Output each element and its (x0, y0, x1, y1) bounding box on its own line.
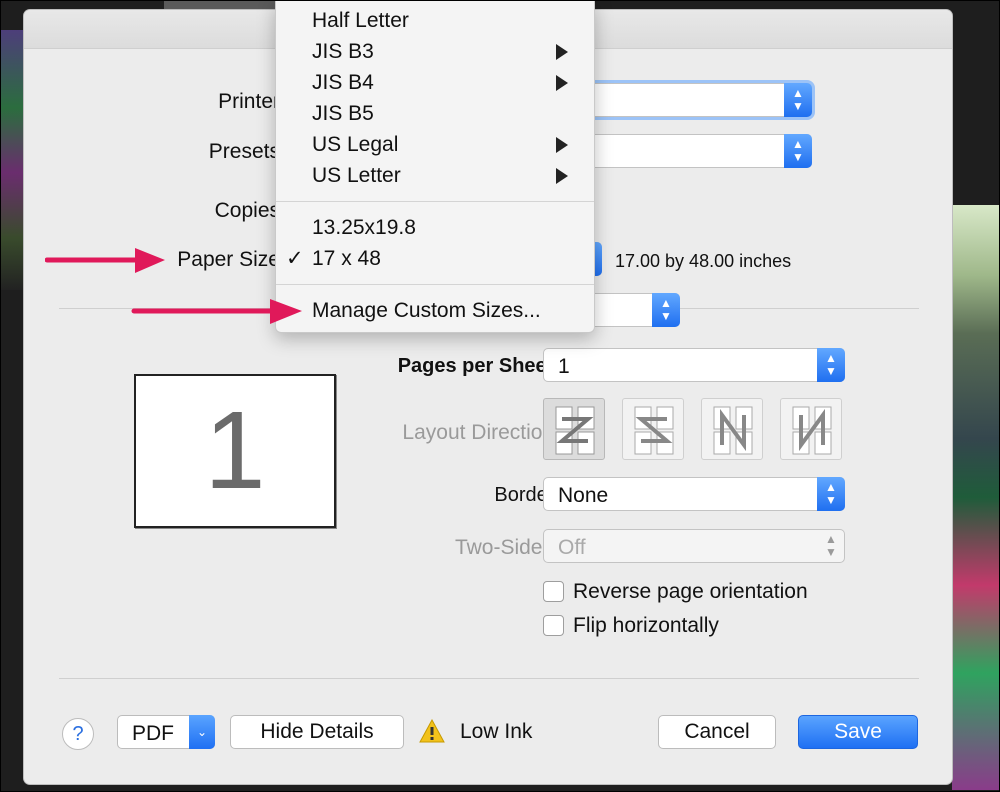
printer-label: Printer (218, 90, 280, 113)
layout-s-direction-button[interactable] (622, 398, 684, 460)
presets-select[interactable]: ▲ ▼ (584, 134, 812, 168)
layout-direction-label: Layout Direction: (402, 421, 560, 444)
annotation-arrow-icon (131, 299, 302, 324)
flip-horizontally-checkbox[interactable] (543, 615, 564, 636)
copies-label: Copies (214, 199, 280, 222)
pages-per-sheet-value: 1 (558, 355, 570, 378)
pages-per-sheet-label: Pages per Sheet: (397, 355, 560, 377)
layout-z-icon (555, 406, 595, 455)
menu-separator (276, 201, 594, 202)
stepper-icon: ▲ ▼ (825, 532, 837, 559)
background-artwork-right (952, 205, 1000, 790)
stepper-icon: ▲ ▼ (817, 477, 845, 511)
stepper-icon: ▲ ▼ (817, 348, 845, 382)
menu-item-manage-custom-sizes[interactable]: Manage Custom Sizes... (276, 296, 594, 326)
layout-n-reverse-direction-button[interactable] (701, 398, 763, 460)
cancel-button[interactable]: Cancel (658, 715, 776, 749)
border-select[interactable]: None ▲ ▼ (543, 477, 845, 511)
stepper-icon: ▲ ▼ (784, 83, 812, 117)
page-preview: 1 (134, 374, 336, 528)
two-sided-value: Off (558, 536, 586, 559)
layout-n-icon (792, 406, 832, 455)
paper-size-menu: Half Letter JIS B3 JIS B4 JIS B5 US Lega… (275, 0, 595, 333)
submenu-arrow-icon (556, 168, 568, 184)
layout-s-icon (634, 406, 674, 455)
menu-item-us-letter[interactable]: US Letter (276, 161, 594, 191)
warning-icon (419, 719, 445, 743)
low-ink-status: Low Ink (460, 720, 533, 743)
layout-n-direction-button[interactable] (780, 398, 842, 460)
preview-page-number: 1 (204, 389, 266, 512)
menu-item-jis-b4[interactable]: JIS B4 (276, 68, 594, 98)
printer-select[interactable]: ▲ ▼ (584, 83, 812, 117)
pages-per-sheet-select[interactable]: 1 ▲ ▼ (543, 348, 845, 382)
border-value: None (558, 484, 609, 507)
menu-separator (276, 284, 594, 285)
paper-size-label: Paper Size (177, 248, 280, 271)
reverse-orientation-label: Reverse page orientation (573, 580, 808, 603)
submenu-arrow-icon (556, 44, 568, 60)
hide-details-button[interactable]: Hide Details (230, 715, 404, 749)
paper-size-dimensions: 17.00 by 48.00 inches (615, 251, 792, 271)
submenu-arrow-icon (556, 137, 568, 153)
separator (59, 678, 919, 679)
menu-item-half-letter[interactable]: Half Letter (276, 6, 594, 36)
pdf-menu-button[interactable]: PDF ⌄ (117, 715, 215, 749)
layout-z-direction-button[interactable] (543, 398, 605, 460)
flip-horizontally-label: Flip horizontally (573, 614, 719, 637)
menu-item-jis-b5[interactable]: JIS B5 (276, 99, 594, 129)
submenu-arrow-icon (556, 75, 568, 91)
stepper-icon: ▲ ▼ (652, 293, 680, 327)
checkmark-icon: ✓ (286, 247, 304, 270)
layout-n-reverse-icon (713, 406, 753, 455)
save-button[interactable]: Save (798, 715, 918, 749)
menu-item-custom-13x19[interactable]: 13.25x19.8 (276, 213, 594, 243)
pdf-label: PDF (132, 722, 174, 745)
chevron-down-icon: ⌄ (189, 715, 215, 749)
menu-item-us-legal[interactable]: US Legal (276, 130, 594, 160)
reverse-orientation-checkbox[interactable] (543, 581, 564, 602)
help-button[interactable]: ? (62, 718, 94, 750)
annotation-arrow-icon (45, 248, 165, 273)
two-sided-select[interactable]: Off ▲ ▼ (543, 529, 845, 563)
stepper-icon: ▲ ▼ (784, 134, 812, 168)
menu-item-custom-17x48[interactable]: ✓ 17 x 48 (276, 244, 594, 274)
presets-label: Presets (208, 140, 280, 163)
menu-item-jis-b3[interactable]: JIS B3 (276, 37, 594, 67)
section-select[interactable]: ▲ ▼ (584, 293, 680, 327)
background-artwork-left (0, 30, 24, 290)
